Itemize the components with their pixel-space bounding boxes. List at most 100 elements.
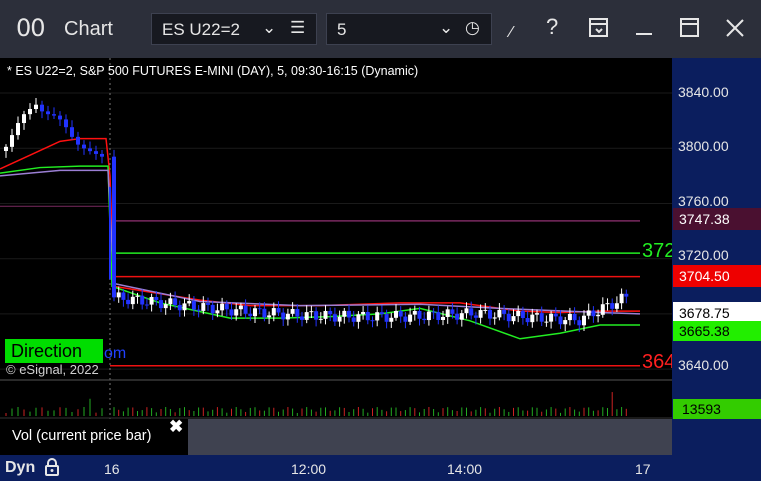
candle-body	[426, 311, 431, 321]
chevron-down-icon[interactable]: ⌄	[262, 18, 276, 38]
candle-body	[464, 308, 469, 314]
candle-body	[196, 309, 201, 311]
time-tick: 16	[104, 461, 120, 477]
candle-body	[582, 315, 586, 326]
candle-body	[356, 314, 361, 322]
window-title: Chart	[64, 18, 113, 40]
candle-body	[70, 127, 74, 137]
candle-body	[389, 317, 394, 322]
candle-body	[267, 315, 272, 318]
time-tick: 14:00	[447, 461, 483, 477]
candle-body	[375, 312, 380, 321]
maximize-icon[interactable]	[679, 17, 701, 39]
candle-body	[600, 304, 605, 315]
candle-body	[182, 303, 187, 311]
candle-body	[318, 318, 323, 320]
candle-body	[126, 299, 131, 305]
minimize-icon[interactable]	[634, 20, 654, 36]
chevron-down-icon[interactable]: ⌄	[439, 18, 453, 38]
symbol-value: ES U22=2	[162, 20, 240, 39]
candle-body	[34, 104, 38, 110]
candle-body	[40, 104, 44, 112]
clock-icon[interactable]: ◷	[465, 18, 480, 38]
candle-body	[271, 308, 276, 316]
price-chart[interactable]	[0, 58, 672, 455]
candle-body	[596, 314, 601, 317]
candle-body	[610, 303, 615, 309]
candle-body	[295, 309, 300, 317]
draw-tool-icon[interactable]: ⁄	[510, 24, 513, 42]
candle-body	[408, 314, 413, 322]
candle-body	[177, 304, 182, 311]
candle-body	[351, 317, 356, 322]
candle-body	[614, 303, 619, 309]
volume-pane-footer	[188, 419, 672, 455]
lock-icon[interactable]	[43, 457, 61, 477]
candle-body	[4, 146, 8, 151]
candle-body	[281, 312, 286, 320]
time-axis-mode[interactable]: Dyn	[5, 459, 35, 477]
interval-input[interactable]: 5 ⌄ ◷	[326, 13, 492, 45]
candle-body	[398, 310, 403, 317]
red-level-label: 364	[642, 351, 672, 373]
candle-body	[403, 316, 408, 322]
candle-body	[220, 303, 225, 311]
symbol-input[interactable]: ES U22=2 ⌄ ☰	[151, 13, 317, 45]
candle-body	[332, 314, 337, 322]
candle-body	[168, 298, 173, 305]
candle-body	[436, 312, 441, 320]
candle-body	[238, 305, 243, 310]
candle-body	[365, 311, 370, 321]
candle-body	[450, 309, 455, 314]
candle-body	[276, 308, 281, 313]
candle-body	[572, 313, 577, 321]
candlesticks	[4, 97, 629, 333]
candle-body	[544, 321, 549, 323]
red-level-price-tag: 3704.50	[673, 265, 761, 287]
price-tick: 3720.00	[678, 247, 729, 263]
time-tick: 17	[635, 461, 651, 477]
candle-body	[149, 296, 154, 305]
close-icon[interactable]: ✖	[169, 417, 183, 437]
candle-body	[64, 119, 68, 128]
candle-body	[46, 111, 50, 115]
chart-grid	[0, 58, 672, 455]
candle-body	[16, 123, 20, 136]
close-icon[interactable]	[724, 17, 746, 39]
candle-body	[605, 303, 610, 305]
candle-body	[58, 115, 62, 120]
list-icon[interactable]: ☰	[290, 18, 305, 38]
red-moving-average	[0, 137, 640, 314]
candle-body	[520, 310, 525, 319]
help-icon[interactable]: ?	[546, 14, 558, 40]
candle-body	[88, 148, 92, 152]
chart-title: * ES U22=2, S&P 500 FUTURES E-MINI (DAY)…	[7, 64, 419, 78]
candle-body	[492, 317, 497, 319]
candle-body	[224, 303, 229, 310]
candle-body	[455, 313, 460, 320]
candle-body	[624, 293, 629, 297]
candle-body	[441, 316, 445, 320]
candle-body	[28, 109, 32, 115]
candle-body	[497, 309, 502, 318]
price-tick: 3760.00	[678, 193, 729, 209]
candle-body	[187, 301, 192, 304]
candle-body	[52, 114, 56, 116]
candle-body	[394, 310, 398, 318]
candle-body	[422, 318, 427, 321]
candle-body	[445, 309, 450, 317]
price-tick: 3840.00	[678, 84, 729, 100]
candle-body	[469, 308, 474, 316]
candle-body	[215, 310, 220, 314]
candle-body	[248, 313, 253, 317]
candle-body	[328, 310, 333, 315]
candle-body	[130, 296, 135, 305]
candle-body	[478, 310, 483, 318]
volume-bars	[5, 392, 627, 416]
copyright-text: © eSignal, 2022	[6, 362, 99, 377]
direction-label: Direction	[5, 339, 103, 363]
template-icon[interactable]	[588, 17, 610, 39]
candle-body	[100, 153, 104, 157]
candle-body	[314, 311, 319, 320]
candle-body	[300, 316, 304, 320]
